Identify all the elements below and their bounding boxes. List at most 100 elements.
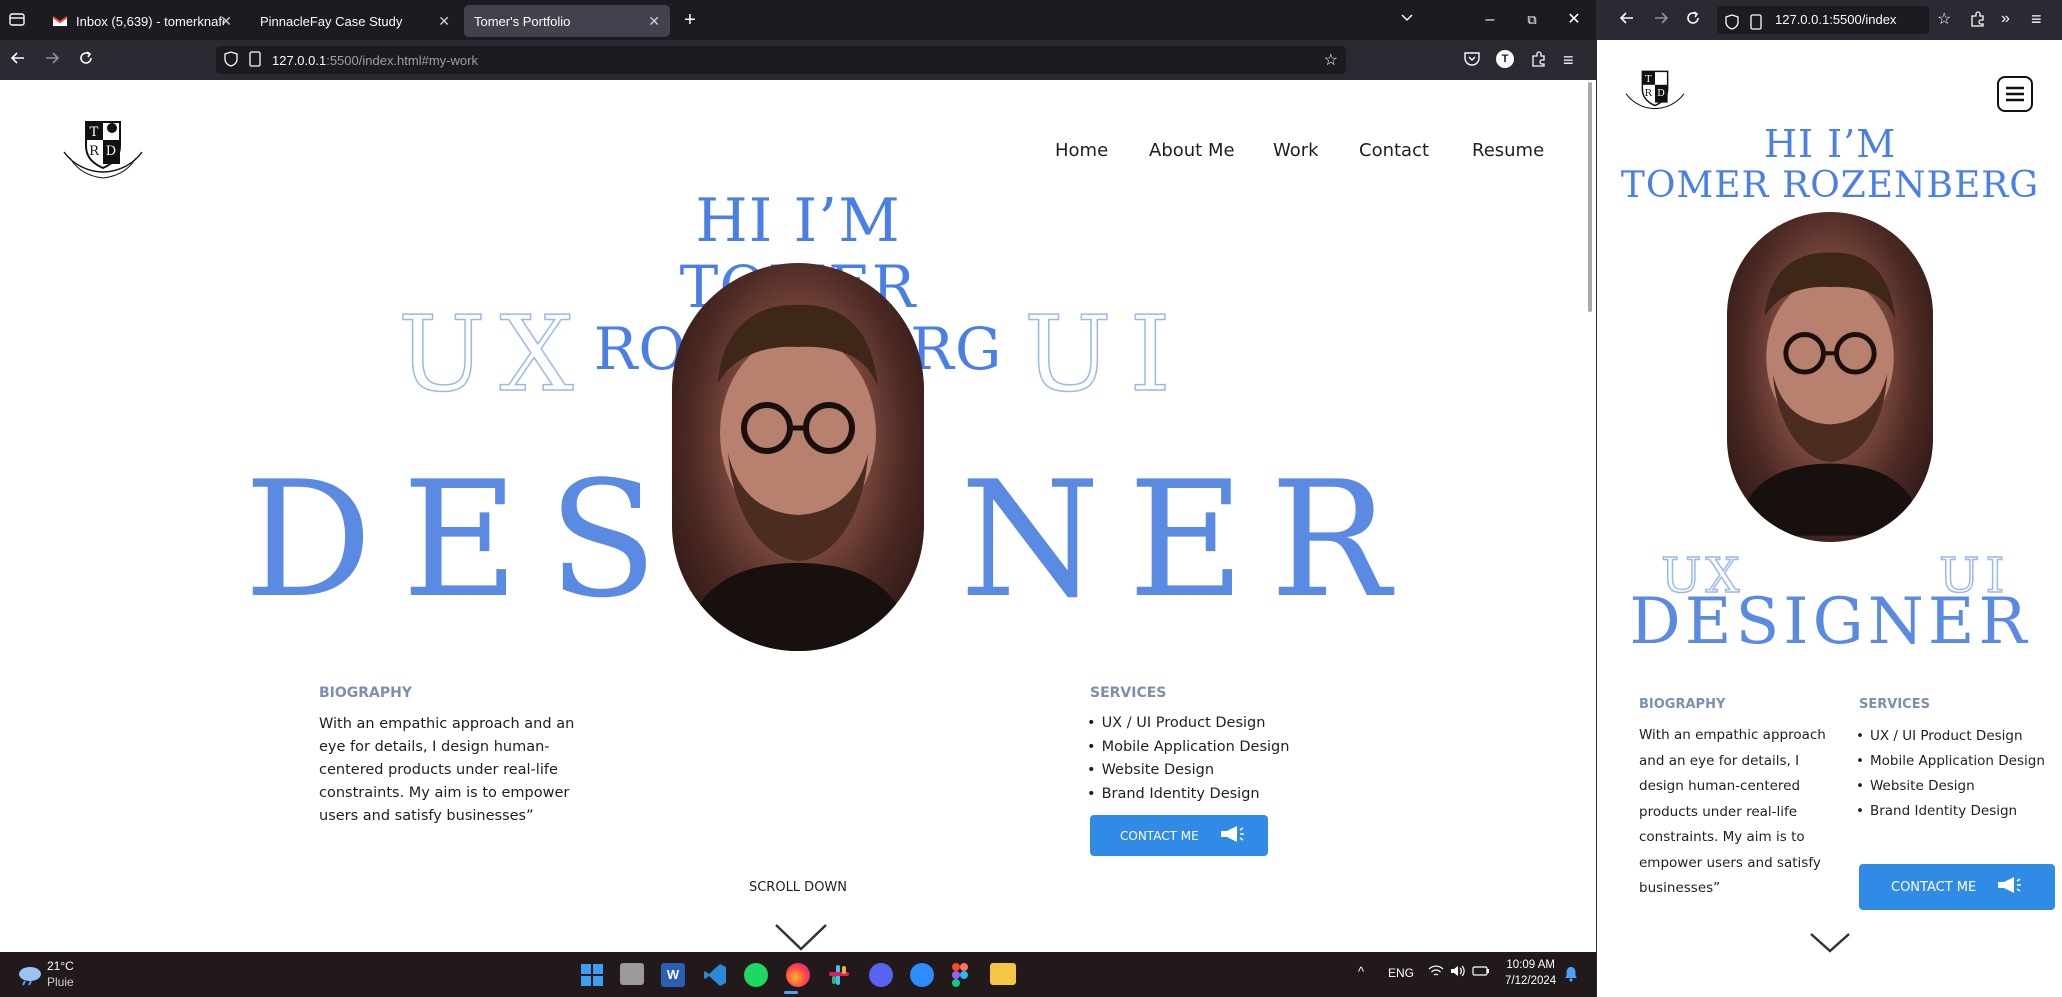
minimize-icon[interactable]: –: [1480, 10, 1500, 30]
service-item: Website Design: [1087, 759, 1289, 783]
back-icon[interactable]: [10, 50, 30, 66]
new-tab-icon[interactable]: +: [680, 10, 700, 30]
page-scrollbar[interactable]: [1588, 82, 1592, 312]
services-list: UX / UI Product Design Mobile Applicatio…: [1087, 712, 1290, 807]
close-window-icon[interactable]: ✕: [1564, 10, 1584, 30]
scroll-down-chevron-icon[interactable]: [1809, 932, 1851, 959]
close-tab-icon[interactable]: ✕: [648, 13, 660, 30]
site-logo[interactable]: T R D: [1623, 64, 1687, 116]
biography-text: With an empathic approach and an eye for…: [319, 716, 575, 824]
firefox-icon[interactable]: [786, 963, 810, 987]
word-icon[interactable]: W: [661, 963, 685, 987]
tab-list-icon[interactable]: [8, 10, 28, 28]
nav-work[interactable]: Work: [1273, 140, 1319, 161]
portfolio-page: T R D Home About Me Work Contact Resume …: [0, 80, 1596, 952]
spotify-icon[interactable]: [744, 963, 768, 987]
nav-contact[interactable]: Contact: [1359, 140, 1429, 161]
weather-desc: Pluie: [47, 975, 74, 989]
gmail-icon: [52, 13, 68, 29]
mobile-toolbar: 127.0.0.1:5500/index ☆ » ≡: [1597, 0, 2062, 40]
services-heading: SERVICES: [1090, 685, 1167, 701]
clock-time[interactable]: 10:09 AM: [1505, 959, 1555, 971]
hamburger-menu-button[interactable]: [1997, 76, 2033, 112]
hero-greeting: HI I’M: [1763, 122, 1897, 166]
forward-icon[interactable]: [1653, 10, 1669, 26]
tab-pinnaclepay[interactable]: PinnacleFay Case Study ✕: [250, 5, 460, 37]
shield-icon[interactable]: [224, 51, 238, 67]
profile-photo: [1727, 212, 1933, 542]
weather-icon[interactable]: [16, 962, 44, 991]
slack-icon[interactable]: [827, 963, 851, 992]
mobile-page: T R D HI I’M TOMER ROZENBERG UX UI DESIG…: [1597, 40, 2062, 997]
extensions-icon[interactable]: [1969, 10, 1987, 28]
biography-heading: BIOGRAPHY: [1639, 697, 1726, 712]
close-tab-icon[interactable]: ✕: [438, 13, 450, 30]
chevron-up-icon[interactable]: ^: [1358, 964, 1364, 979]
url-text: 127.0.0.1:5500/index: [1775, 12, 1897, 27]
designer-letter: N: [960, 446, 1100, 633]
designer-word: DESIGNER: [1629, 585, 2031, 659]
url-bar[interactable]: 127.0.0.1:5500/index: [1717, 6, 1929, 34]
restore-icon[interactable]: ⧉: [1522, 10, 1542, 30]
volume-icon[interactable]: [1450, 964, 1466, 983]
language-indicator[interactable]: ENG: [1388, 966, 1414, 980]
service-item: Brand Identity Design: [1087, 783, 1289, 807]
site-logo[interactable]: T R D: [60, 112, 146, 182]
close-tab-icon[interactable]: ✕: [220, 13, 232, 30]
extensions-icon[interactable]: [1530, 50, 1548, 68]
tab-portfolio[interactable]: Tomer's Portfolio ✕: [464, 5, 670, 37]
services-heading: SERVICES: [1859, 697, 1930, 712]
weather-temp: 21°C: [47, 959, 74, 973]
service-item: Mobile Application Design: [1856, 749, 2052, 774]
tab-bar: Inbox (5,639) - tomerknafe@gmail.com ✕ P…: [0, 0, 1596, 40]
active-app-indicator: [784, 991, 798, 994]
file-explorer-icon[interactable]: [990, 963, 1016, 985]
page-icon: [1749, 12, 1763, 34]
figma-icon[interactable]: [952, 963, 968, 992]
services-list: UX / UI Product Design Mobile Applicatio…: [1856, 724, 2052, 824]
url-path: :5500/index.html#my-work: [326, 52, 478, 68]
contact-me-button[interactable]: CONTACT ME: [1859, 864, 2055, 910]
contact-me-button[interactable]: CONTACT ME: [1090, 815, 1268, 856]
svg-text:D: D: [106, 144, 116, 159]
battery-icon[interactable]: [1472, 964, 1490, 983]
nav-home[interactable]: Home: [1055, 140, 1108, 161]
svg-text:T: T: [90, 125, 99, 140]
discord-icon[interactable]: [869, 963, 893, 987]
scroll-down-chevron-icon[interactable]: [774, 923, 828, 952]
menu-icon[interactable]: ≡: [1563, 50, 1574, 70]
service-item: Mobile Application Design: [1087, 736, 1290, 760]
zoom-icon[interactable]: [910, 963, 934, 987]
windows-start-icon[interactable]: [580, 963, 604, 992]
overflow-chevron-icon[interactable]: »: [2001, 9, 2010, 29]
tab-gmail[interactable]: Inbox (5,639) - tomerknafe@gmail.com ✕: [42, 5, 242, 37]
designer-letter: E: [402, 446, 519, 633]
wifi-icon[interactable]: [1428, 964, 1444, 981]
designer-letter: E: [1128, 446, 1245, 633]
nav-resume[interactable]: Resume: [1472, 140, 1544, 161]
svg-text:D: D: [1657, 88, 1665, 99]
url-host: 127.0.0.1: [272, 52, 327, 68]
bookmark-star-icon[interactable]: ☆: [1324, 51, 1338, 71]
vscode-icon[interactable]: [703, 963, 727, 992]
service-item: Website Design: [1856, 774, 2052, 799]
url-bar[interactable]: 127.0.0.1:5500/index.html#my-work ☆: [216, 46, 1346, 74]
ui-outline-label: UI: [1023, 293, 1189, 415]
tab-title: Tomer's Portfolio: [474, 13, 571, 29]
svg-text:T: T: [1645, 74, 1652, 85]
bookmark-star-icon[interactable]: ☆: [1937, 10, 1951, 30]
shield-icon[interactable]: [1725, 12, 1739, 34]
biography-text: With an empathic approach and an eye for…: [1639, 727, 1826, 896]
notification-bell-icon[interactable]: [1564, 966, 1578, 987]
account-avatar[interactable]: T: [1496, 50, 1514, 68]
menu-icon[interactable]: ≡: [2031, 9, 2042, 29]
clock-date[interactable]: 7/12/2024: [1505, 975, 1556, 987]
chevron-down-icon[interactable]: [1400, 10, 1420, 24]
forward-icon[interactable]: [44, 50, 64, 66]
back-icon[interactable]: [1619, 10, 1635, 26]
reload-icon[interactable]: [1685, 10, 1701, 26]
reload-icon[interactable]: [78, 50, 98, 66]
nav-about-me[interactable]: About Me: [1149, 140, 1235, 161]
task-view-icon[interactable]: [620, 963, 644, 985]
pocket-icon[interactable]: [1463, 50, 1481, 68]
